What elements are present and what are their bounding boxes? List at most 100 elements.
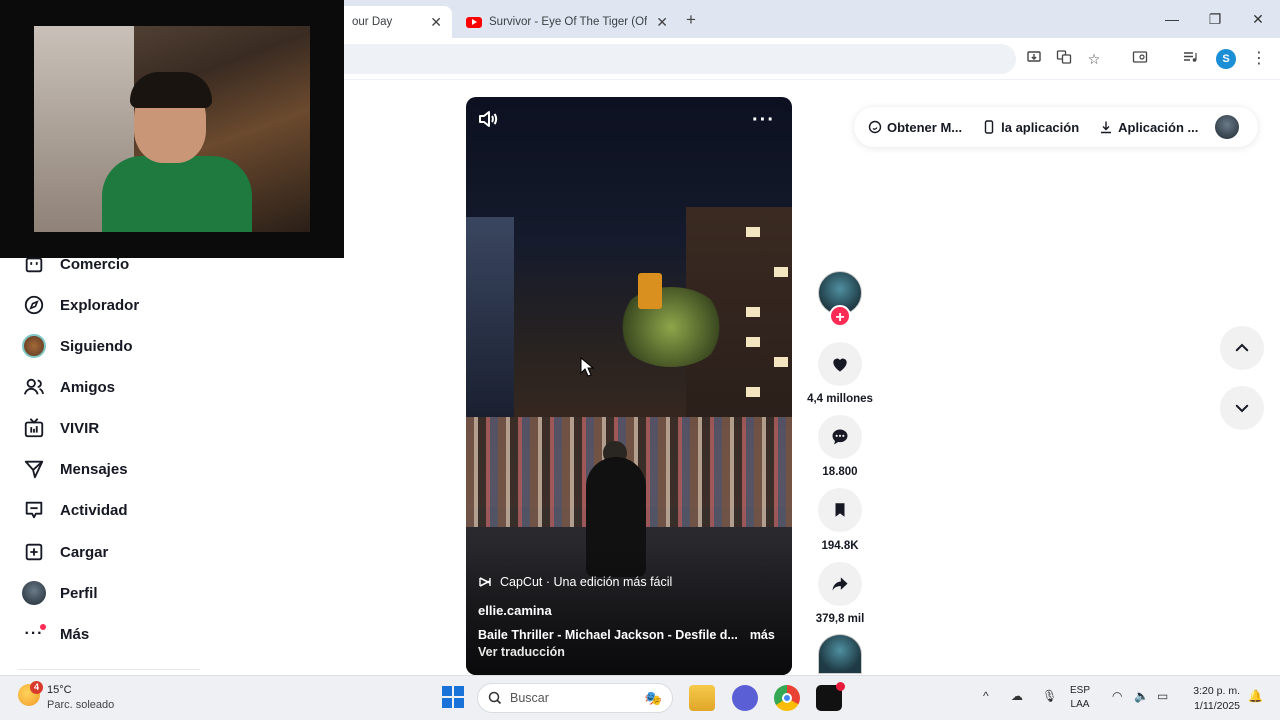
- sidebar-item-label: Actividad: [60, 501, 128, 519]
- sidebar-item-label: Comercio: [60, 255, 130, 273]
- desktop-app-button[interactable]: Aplicación ...: [1099, 120, 1198, 135]
- system-clock[interactable]: 3:20 p. m. 1/11/2025: [1184, 684, 1240, 714]
- chevron-up-icon: [1235, 343, 1249, 352]
- coin-icon: [868, 120, 882, 134]
- video-description: Baile Thriller - Michael Jackson - Desfi…: [478, 628, 778, 642]
- sidebar-item-perfil[interactable]: Perfil: [18, 576, 98, 610]
- get-coins-button[interactable]: Obtener M...: [868, 120, 962, 135]
- sidebar-item-mensajes[interactable]: Mensajes: [18, 452, 128, 486]
- sidebar-item-siguiendo[interactable]: Siguiendo: [18, 329, 133, 363]
- sidebar-item-mas[interactable]: ··· Más: [18, 617, 90, 651]
- send-icon: [18, 457, 50, 481]
- music-disc-avatar[interactable]: [818, 634, 862, 674]
- sidebar-item-label: Siguiendo: [60, 337, 133, 355]
- maximize-button[interactable]: ❐: [1203, 8, 1227, 30]
- sidebar-item-vivir[interactable]: VIVIR: [18, 411, 99, 445]
- sidebar-item-comercio[interactable]: Comercio: [18, 247, 129, 281]
- video-player[interactable]: ··· CapCut · Una edición más fácil ellie…: [466, 97, 792, 675]
- capcut-badge[interactable]: CapCut · Una edición más fácil: [478, 575, 672, 589]
- sidebar-item-label: Explorador: [60, 296, 140, 314]
- video-scene: [746, 227, 760, 237]
- onedrive-cloud-icon[interactable]: ☁: [1011, 689, 1023, 703]
- top-action-bar: Obtener M... la aplicación Aplicación ..…: [854, 107, 1258, 147]
- share-count: 379,8 mil: [815, 613, 865, 625]
- comment-icon: [832, 429, 848, 445]
- teams-chat-icon[interactable]: [732, 685, 758, 711]
- next-video-button[interactable]: [1220, 386, 1264, 430]
- sidebar-item-explorador[interactable]: Explorador: [18, 288, 139, 322]
- microphone-icon[interactable]: 🎙: [1042, 689, 1057, 703]
- side-panel-search-icon[interactable]: [1130, 49, 1150, 69]
- close-tab-icon[interactable]: ✕: [656, 14, 668, 31]
- battery-icon[interactable]: ▭: [1157, 689, 1168, 703]
- sidebar-item-cargar[interactable]: Cargar: [18, 535, 108, 569]
- save-button[interactable]: [818, 488, 862, 532]
- profile-avatar[interactable]: S: [1216, 49, 1236, 69]
- install-app-icon[interactable]: [1024, 49, 1044, 69]
- like-button[interactable]: [818, 342, 862, 386]
- like-count: 4,4 millones: [807, 393, 873, 405]
- close-window-button[interactable]: ✕: [1246, 8, 1270, 30]
- follow-plus-icon[interactable]: +: [829, 305, 851, 327]
- download-icon: [1101, 121, 1112, 134]
- get-app-button[interactable]: la aplicación: [982, 120, 1079, 135]
- search-icon: [488, 691, 502, 705]
- webcam-feed: [34, 26, 310, 232]
- taskbar-search[interactable]: Buscar 🎭: [477, 683, 673, 713]
- address-bar[interactable]: [300, 44, 1016, 74]
- speaker-icon[interactable]: 🔈: [1134, 689, 1149, 703]
- language-code: ESP: [1070, 685, 1091, 696]
- share-button[interactable]: [818, 562, 862, 606]
- avatar: [22, 334, 46, 358]
- webcam-person-shirt: [102, 156, 252, 232]
- temperature[interactable]: 15°C: [47, 684, 72, 696]
- bookmark-icon: [835, 503, 845, 517]
- start-tile: [442, 686, 452, 696]
- sidebar-item-amigos[interactable]: Amigos: [18, 370, 115, 404]
- keyboard-language[interactable]: ESP LAA: [1070, 684, 1090, 712]
- more-options-icon[interactable]: ···: [752, 109, 775, 132]
- sidebar-item-label: Más: [60, 625, 90, 643]
- phone-icon: [984, 120, 994, 134]
- search-highlight-icon: 🎭: [644, 689, 662, 706]
- tray-overflow-icon[interactable]: ^: [983, 689, 989, 703]
- video-scene: [746, 387, 760, 397]
- file-explorer-icon[interactable]: [689, 685, 715, 711]
- capcut-icon: [479, 577, 491, 587]
- chrome-icon[interactable]: [774, 685, 800, 711]
- minimize-button[interactable]: —: [1160, 8, 1184, 30]
- capcut-label: CapCut · Una edición más fácil: [500, 575, 673, 589]
- translate-icon[interactable]: [1054, 49, 1074, 69]
- start-tile: [442, 698, 452, 708]
- bookmark-star-icon[interactable]: ☆: [1084, 49, 1104, 69]
- notification-bell-icon[interactable]: 🔔: [1248, 689, 1263, 703]
- close-tab-icon[interactable]: ✕: [430, 14, 442, 31]
- video-author[interactable]: ellie.camina: [478, 603, 552, 618]
- more-link[interactable]: más: [750, 628, 775, 642]
- sidebar-item-label: Perfil: [60, 584, 98, 602]
- new-tab-button[interactable]: +: [686, 10, 696, 30]
- volume-icon[interactable]: [476, 107, 500, 131]
- weather-description[interactable]: Parc. soleado: [47, 699, 114, 711]
- user-avatar[interactable]: [1215, 115, 1239, 139]
- translate-link[interactable]: Ver traducción: [478, 645, 565, 659]
- tab-title: Survivor - Eye Of The Tiger (Off: [489, 16, 647, 28]
- clock-date: 1/11/2025: [1194, 700, 1240, 712]
- live-tv-icon: [18, 416, 50, 440]
- sidebar-item-actividad[interactable]: Actividad: [18, 493, 128, 527]
- chevron-down-icon: [1235, 404, 1249, 413]
- desktop-app-label: Aplicación ...: [1118, 119, 1199, 135]
- media-controls-icon[interactable]: [1180, 49, 1200, 69]
- sidebar-divider: [18, 669, 200, 670]
- get-app-label: la aplicación: [1001, 119, 1080, 135]
- comment-button[interactable]: [818, 415, 862, 459]
- windows-start-icon[interactable]: [442, 686, 464, 708]
- kebab-menu-icon[interactable]: ⋮: [1249, 49, 1269, 69]
- wifi-icon[interactable]: ◠: [1112, 689, 1122, 703]
- tab-youtube[interactable]: Survivor - Eye Of The Tiger (Off ✕: [456, 6, 678, 38]
- capcut-app-icon[interactable]: [816, 682, 845, 711]
- previous-video-button[interactable]: [1220, 326, 1264, 370]
- layout-code: LAA: [1070, 699, 1090, 710]
- notification-dot: [40, 624, 46, 630]
- mouse-cursor-icon: [580, 357, 594, 377]
